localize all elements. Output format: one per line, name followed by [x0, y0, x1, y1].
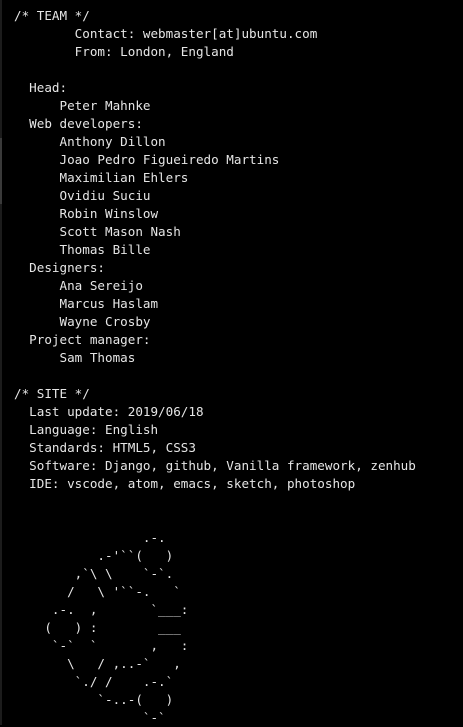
ascii-logo-line: \ / ,..-` , [14, 656, 181, 671]
ascii-logo-line: ,`\ \ `-`. [14, 566, 174, 581]
window-left-edge [0, 0, 2, 725]
team-member-name: Scott Mason Nash [14, 224, 181, 239]
ascii-logo-line: ( ) : ___ [14, 620, 181, 635]
ascii-logo-line: / \ '``-. ` [14, 584, 181, 599]
site-ide: IDE: vscode, atom, emacs, sketch, photos… [14, 476, 356, 491]
ascii-logo-line: .-. , `___: [14, 602, 189, 617]
contact-line: Contact: webmaster[at]ubuntu.com [14, 26, 318, 41]
team-member-name: Robin Winslow [14, 206, 159, 221]
location-line: From: London, England [14, 44, 234, 59]
team-member-name: Marcus Haslam [14, 296, 159, 311]
humans-txt-content: /* TEAM */ Contact: webmaster[at]ubuntu.… [14, 7, 416, 727]
ascii-logo-line: `./ / .-.` [14, 674, 174, 689]
site-software: Software: Django, github, Vanilla framew… [14, 458, 416, 473]
site-last-update: Last update: 2019/06/18 [14, 404, 204, 419]
ascii-logo-line: `-..-( ) [14, 692, 174, 707]
team-member-name: Maximilian Ehlers [14, 170, 189, 185]
site-language: Language: English [14, 422, 159, 437]
team-member-name: Wayne Crosby [14, 314, 151, 329]
site-standards: Standards: HTML5, CSS3 [14, 440, 196, 455]
left-edge-scroll-mark [0, 138, 2, 204]
team-member-name: Sam Thomas [14, 350, 136, 365]
team-member-name: Ana Sereijo [14, 278, 143, 293]
role-label-web-developers: Web developers: [14, 116, 143, 131]
ascii-logo-line: .-. [14, 530, 166, 545]
ascii-logo-line: `-` [14, 710, 166, 725]
team-member-name: Peter Mahnke [14, 98, 151, 113]
ascii-logo-line: `-` ` , : [14, 638, 189, 653]
team-section-header: /* TEAM */ [14, 8, 90, 23]
team-member-name: Ovidiu Suciu [14, 188, 151, 203]
team-member-name: Anthony Dillon [14, 134, 166, 149]
team-member-name: Joao Pedro Figueiredo Martins [14, 152, 280, 167]
role-label-head: Head: [14, 80, 68, 95]
role-label-project-manager: Project manager: [14, 332, 151, 347]
team-member-name: Thomas Bille [14, 242, 151, 257]
role-label-designers: Designers: [14, 260, 105, 275]
site-section-header: /* SITE */ [14, 386, 90, 401]
ascii-logo-line: .-'``( ) [14, 548, 174, 563]
